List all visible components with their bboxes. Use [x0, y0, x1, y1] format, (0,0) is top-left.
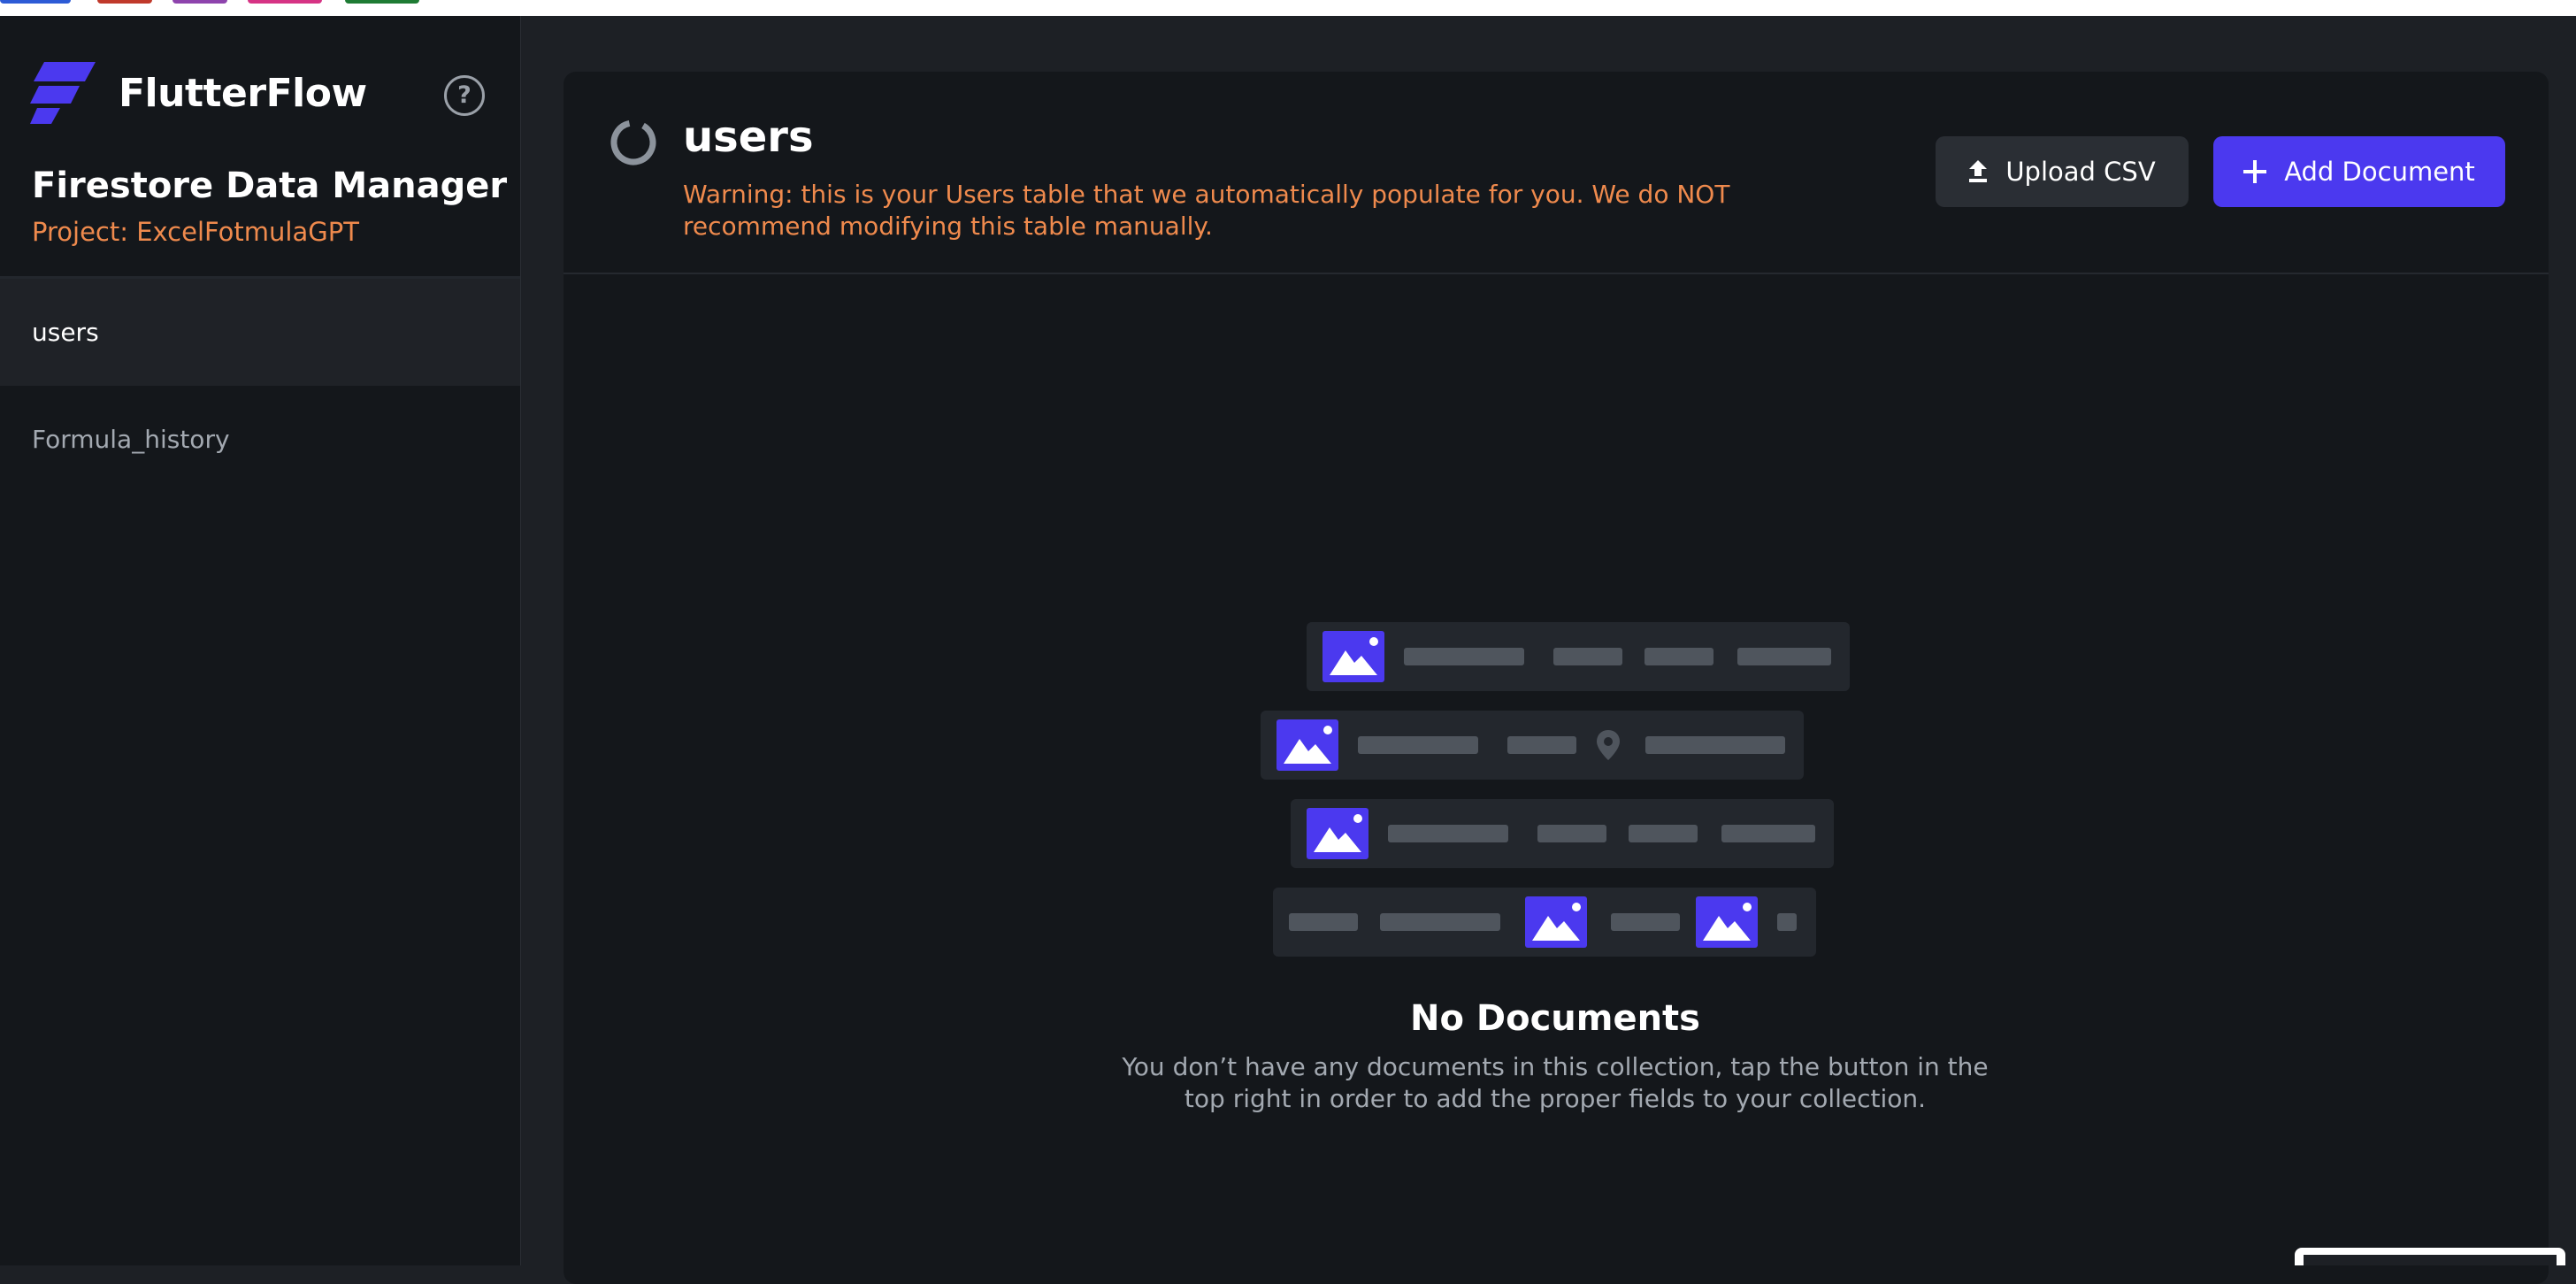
placeholder-bar — [1611, 913, 1680, 931]
bookmark-tab-3[interactable] — [172, 0, 227, 4]
sidebar-divider — [520, 16, 521, 1265]
placeholder-bar — [1380, 913, 1500, 931]
image-placeholder-icon — [1322, 631, 1384, 682]
location-pin-icon — [1597, 730, 1620, 760]
add-document-button[interactable]: Add Document — [2213, 136, 2505, 207]
placeholder-bar — [1721, 825, 1815, 842]
header-divider — [564, 273, 2549, 274]
loading-spinner-icon — [610, 119, 656, 165]
illustration-row — [1291, 799, 1834, 868]
sidebar-item-label: Formula_history — [32, 425, 230, 454]
placeholder-bar — [1404, 648, 1524, 665]
placeholder-bar — [1644, 648, 1714, 665]
placeholder-bar — [1507, 736, 1576, 754]
upload-csv-label: Upload CSV — [2005, 157, 2156, 187]
preview-thumbnail-content — [2304, 1255, 2557, 1265]
collection-title: users — [683, 112, 814, 162]
illustration-row — [1273, 888, 1816, 957]
sidebar-item-formula-history[interactable]: Formula_history — [0, 386, 520, 493]
placeholder-bar — [1629, 825, 1698, 842]
help-icon[interactable]: ? — [444, 75, 485, 116]
flutterflow-logo-icon — [30, 62, 96, 124]
placeholder-bar — [1537, 825, 1606, 842]
placeholder-bar — [1645, 736, 1785, 754]
preview-thumbnail[interactable] — [2295, 1248, 2565, 1265]
image-placeholder-icon — [1307, 808, 1368, 859]
bookmark-tab-1[interactable] — [0, 0, 71, 4]
empty-state-title: No Documents — [1410, 998, 1700, 1039]
app-title: Firestore Data Manager — [32, 165, 508, 206]
image-placeholder-icon — [1525, 896, 1587, 948]
placeholder-bar — [1737, 648, 1831, 665]
placeholder-bar — [1553, 648, 1622, 665]
placeholder-bar — [1777, 913, 1797, 931]
placeholder-bar — [1388, 825, 1508, 842]
sidebar-item-label: users — [32, 318, 99, 347]
warning-message: Warning: this is your Users table that w… — [683, 180, 1730, 241]
bookmark-tab-5[interactable] — [345, 0, 419, 4]
brand-name: FlutterFlow — [119, 71, 367, 116]
upload-csv-button[interactable]: Upload CSV — [1936, 136, 2189, 207]
placeholder-bar — [1289, 913, 1358, 931]
project-label: Project: ExcelFotmulaGPT — [32, 217, 359, 247]
bookmark-tab-2[interactable] — [97, 0, 152, 4]
image-placeholder-icon — [1696, 896, 1758, 948]
placeholder-bar — [1358, 736, 1478, 754]
bookmark-tab-4[interactable] — [248, 0, 322, 4]
sidebar-item-users[interactable]: users — [0, 279, 520, 386]
illustration-row — [1261, 711, 1804, 780]
add-document-label: Add Document — [2284, 157, 2475, 187]
image-placeholder-icon — [1276, 719, 1338, 771]
upload-icon — [1969, 160, 1988, 182]
browser-bookmark-bar — [0, 0, 2576, 16]
empty-state-illustration — [1261, 619, 1853, 960]
empty-state-description: You don’t have any documents in this col… — [1122, 1052, 1989, 1113]
plus-icon — [2243, 160, 2267, 183]
illustration-row — [1307, 622, 1850, 691]
